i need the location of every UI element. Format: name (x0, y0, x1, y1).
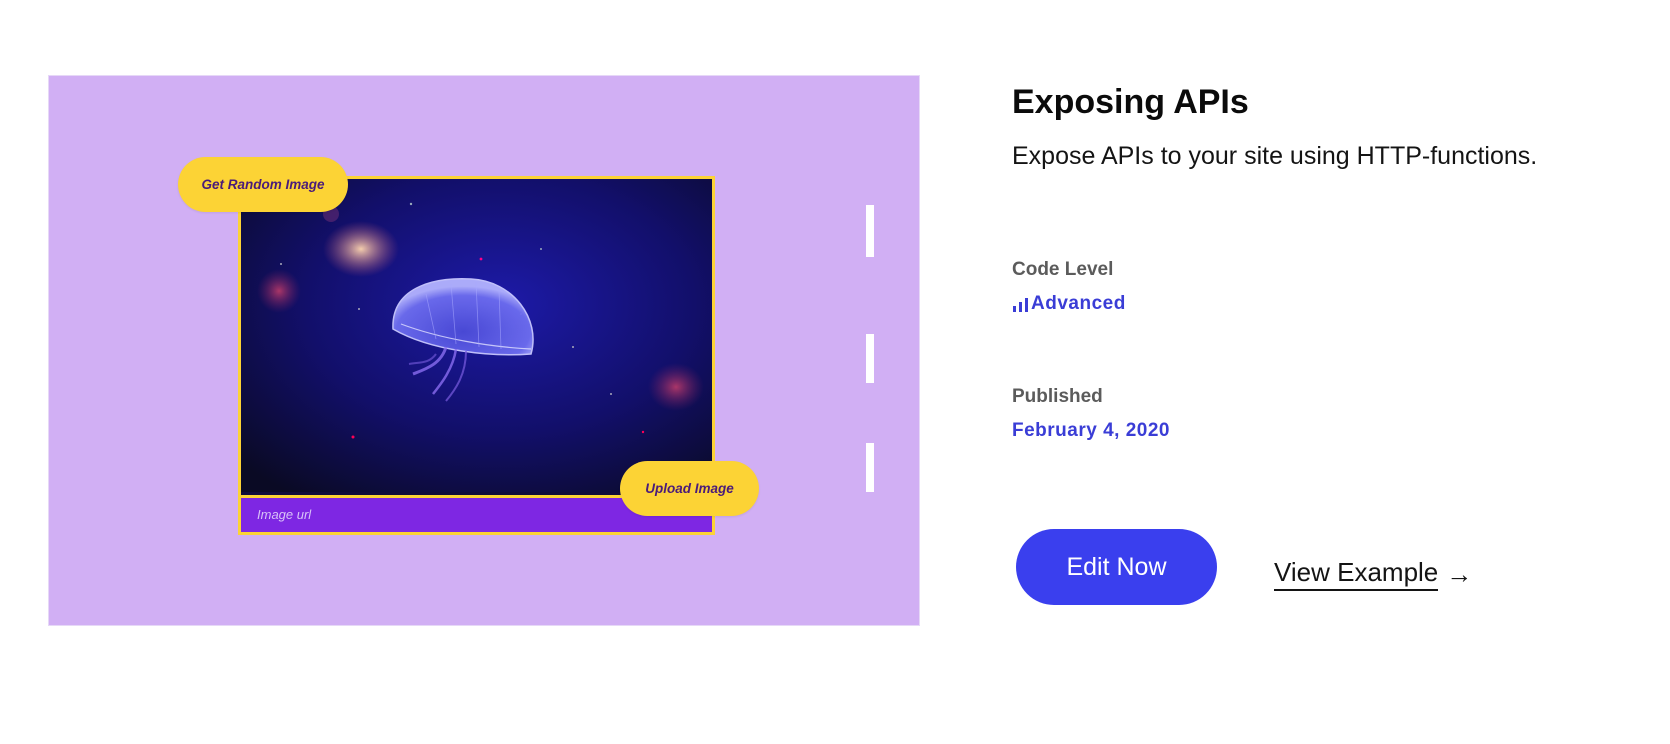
page: Image url Get Random Image Upload Image … (0, 0, 1670, 744)
code-level-text: Advanced (1031, 293, 1126, 314)
code-level-label: Code Level (1012, 259, 1114, 280)
preview-edge-notch (866, 334, 874, 383)
published-label: Published (1012, 386, 1103, 407)
view-example-link[interactable]: View Example → (1274, 557, 1472, 591)
jellyfish-image (241, 179, 712, 492)
page-description: Expose APIs to your site using HTTP-func… (1012, 142, 1538, 170)
published-date: February 4, 2020 (1012, 420, 1170, 441)
template-preview[interactable]: Image url Get Random Image Upload Image (48, 75, 920, 626)
preview-edge-notch (866, 443, 874, 492)
page-title: Exposing APIs (1012, 83, 1249, 121)
preview-edge-notch (866, 205, 874, 257)
arrow-right-icon: → (1446, 558, 1473, 589)
get-random-image-button[interactable]: Get Random Image (178, 157, 348, 212)
view-example-label: View Example (1274, 557, 1439, 591)
upload-image-button[interactable]: Upload Image (620, 461, 759, 516)
signal-bars-icon (1013, 297, 1028, 312)
code-level-value: Advanced (1012, 293, 1126, 315)
image-url-placeholder: Image url (257, 507, 312, 522)
edit-now-button[interactable]: Edit Now (1016, 529, 1217, 605)
